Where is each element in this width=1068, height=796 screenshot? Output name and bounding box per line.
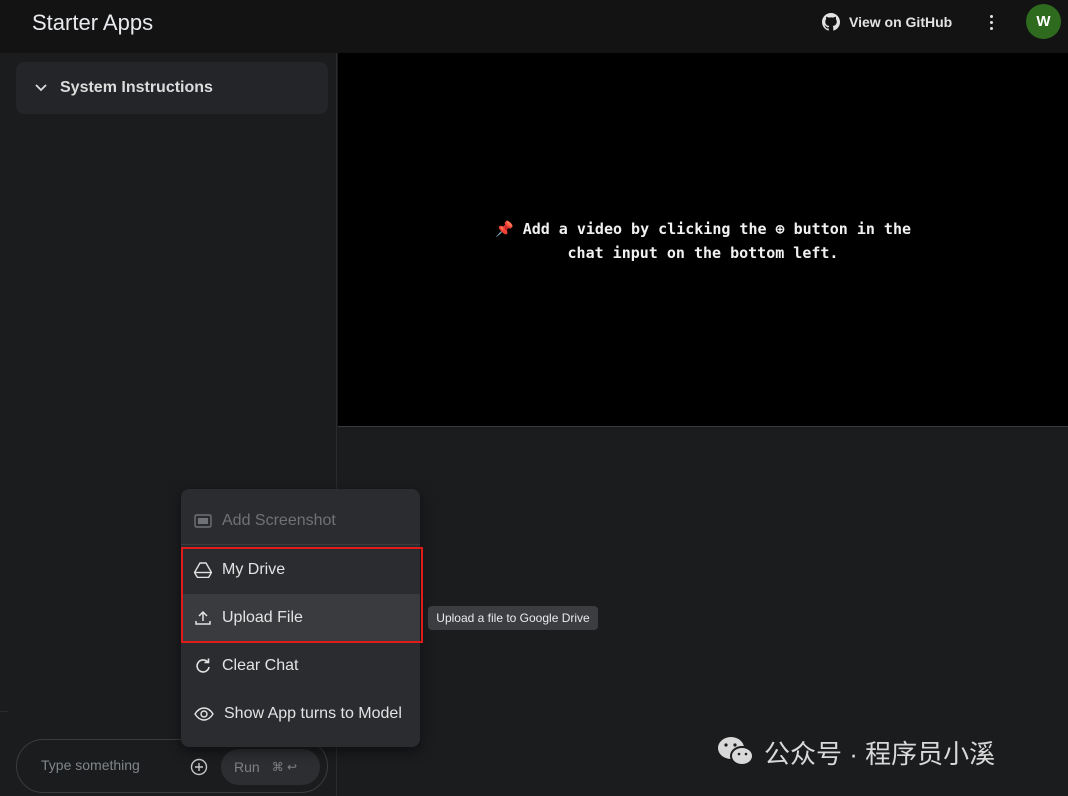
video-area: 📌 Add a video by clicking the ⊕ button i…: [338, 53, 1068, 427]
wechat-icon: [718, 737, 754, 766]
menu-item-show-app-turns[interactable]: Show App turns to Model: [181, 690, 420, 738]
video-placeholder-message: 📌 Add a video by clicking the ⊕ button i…: [438, 217, 968, 265]
top-bar: Starter Apps View on GitHub W: [0, 0, 1068, 53]
menu-item-add-screenshot[interactable]: Add Screenshot: [181, 497, 420, 545]
menu-label: Add Screenshot: [222, 512, 336, 529]
divider: [0, 711, 8, 712]
eye-icon: [194, 707, 214, 721]
avatar[interactable]: W: [1026, 4, 1061, 39]
system-instructions-label: System Instructions: [60, 79, 213, 96]
chevron-down-icon: [35, 84, 47, 92]
menu-label: Show App turns to Model: [224, 705, 402, 722]
more-options-icon[interactable]: [982, 12, 1000, 32]
video-message-line2: chat input on the bottom left.: [567, 244, 839, 262]
add-media-icon[interactable]: [189, 757, 209, 777]
chat-input-bar: Run ⌘ ↩: [16, 739, 328, 793]
menu-divider: [181, 544, 420, 545]
refresh-icon: [196, 658, 210, 673]
watermark: 公众号 · 程序员小溪: [716, 734, 995, 770]
run-label: Run: [234, 759, 260, 775]
watermark-text: 公众号 · 程序员小溪: [764, 738, 996, 769]
menu-item-clear-chat[interactable]: Clear Chat: [181, 642, 420, 690]
system-instructions-toggle[interactable]: System Instructions: [16, 62, 328, 114]
upload-tooltip: Upload a file to Google Drive: [428, 606, 598, 630]
menu-label: Clear Chat: [222, 657, 299, 674]
github-label: View on GitHub: [849, 14, 953, 30]
github-icon: [822, 13, 840, 31]
app-title: Starter Apps: [32, 10, 154, 35]
video-message-line1: Add a video by clicking the ⊕ button in …: [522, 220, 912, 238]
highlight-box: [181, 547, 423, 643]
pin-icon: 📌: [494, 220, 514, 238]
chat-input[interactable]: [41, 757, 181, 773]
screenshot-icon: [194, 514, 212, 528]
run-button[interactable]: Run ⌘ ↩: [221, 749, 320, 785]
run-shortcut: ⌘ ↩: [271, 760, 298, 774]
view-on-github-link[interactable]: View on GitHub: [822, 12, 952, 32]
